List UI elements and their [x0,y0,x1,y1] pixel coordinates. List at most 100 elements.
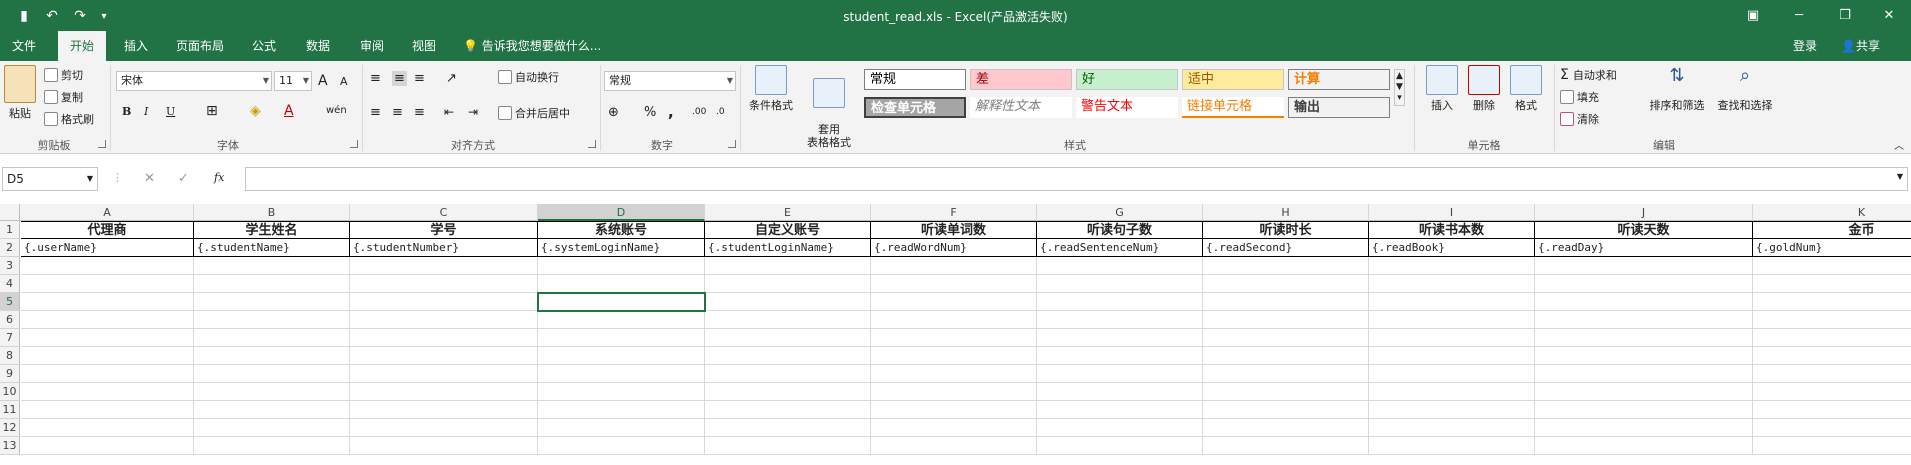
column-header-d[interactable]: D [538,204,705,221]
row-header-9[interactable]: 9 [0,365,20,383]
row-header-12[interactable]: 12 [0,419,20,437]
cell-k10[interactable] [1753,383,1911,401]
align-center-icon[interactable]: ≡ [392,105,403,120]
row-header-1[interactable]: 1 [0,221,20,239]
cell-k7[interactable] [1753,329,1911,347]
cell-k8[interactable] [1753,347,1911,365]
cell-c13[interactable] [350,437,538,455]
fill-color-button[interactable]: ◈ [250,103,261,119]
paste-button[interactable]: 粘贴 [4,65,36,121]
column-header-e[interactable]: E [705,204,871,221]
cell-b13[interactable] [194,437,350,455]
grow-font-button[interactable]: A [318,73,328,89]
align-right-icon[interactable]: ≡ [414,105,425,120]
cell-b8[interactable] [194,347,350,365]
cell-a8[interactable] [21,347,194,365]
cell-a1[interactable]: 代理商 [21,221,194,239]
percent-button[interactable]: % [644,105,656,120]
merge-center-button[interactable]: 合并后居中 [498,105,570,121]
conditional-format-button[interactable]: 条件格式 [744,65,798,113]
cell-g7[interactable] [1037,329,1203,347]
active-cell-cursor[interactable] [537,292,706,312]
alignment-launcher-icon[interactable] [588,140,596,148]
cell-e9[interactable] [705,365,871,383]
tab-review[interactable]: 审阅 [348,31,396,61]
row-header-3[interactable]: 3 [0,257,20,275]
cell-c2[interactable]: {.studentNumber} [350,239,538,257]
cell-j12[interactable] [1535,419,1753,437]
sort-filter-button[interactable]: ⇅ 排序和筛选 [1644,65,1710,113]
cell-j5[interactable] [1535,293,1753,311]
cell-i1[interactable]: 听读书本数 [1369,221,1535,239]
font-launcher-icon[interactable] [350,140,358,148]
cell-j9[interactable] [1535,365,1753,383]
column-header-c[interactable]: C [350,204,538,221]
cell-i8[interactable] [1369,347,1535,365]
cell-h10[interactable] [1203,383,1369,401]
cell-k11[interactable] [1753,401,1911,419]
cell-i12[interactable] [1369,419,1535,437]
cell-g11[interactable] [1037,401,1203,419]
cell-f11[interactable] [871,401,1037,419]
cell-h5[interactable] [1203,293,1369,311]
cell-h7[interactable] [1203,329,1369,347]
formula-input[interactable]: ▼ [245,167,1908,191]
minimize-icon[interactable]: ─ [1776,0,1822,31]
increase-indent-icon[interactable]: ⇥ [468,105,478,119]
row-header-8[interactable]: 8 [0,347,20,365]
align-middle-icon[interactable]: ≡ [392,71,407,86]
cell-j1[interactable]: 听读天数 [1535,221,1753,239]
wrap-text-button[interactable]: 自动换行 [498,69,559,85]
cell-a2[interactable]: {.userName} [21,239,194,257]
cancel-icon[interactable]: ✕ [144,171,155,186]
cell-a11[interactable] [21,401,194,419]
cell-b9[interactable] [194,365,350,383]
cell-style-0[interactable]: 常规 [864,69,966,90]
cell-j6[interactable] [1535,311,1753,329]
number-format-select[interactable]: 常规 ▼ [604,71,736,91]
cell-d13[interactable] [538,437,705,455]
cell-g10[interactable] [1037,383,1203,401]
cell-e12[interactable] [705,419,871,437]
cell-f5[interactable] [871,293,1037,311]
phonetic-button[interactable]: wén [326,105,347,116]
cell-c3[interactable] [350,257,538,275]
increase-decimal-button[interactable]: .00 [692,107,706,117]
cell-g3[interactable] [1037,257,1203,275]
row-header-7[interactable]: 7 [0,329,20,347]
cell-e13[interactable] [705,437,871,455]
cell-a9[interactable] [21,365,194,383]
sign-in-link[interactable]: 登录 [1793,31,1817,61]
cell-k6[interactable] [1753,311,1911,329]
cell-d6[interactable] [538,311,705,329]
row-header-4[interactable]: 4 [0,275,20,293]
cell-h8[interactable] [1203,347,1369,365]
cell-j2[interactable]: {.readDay} [1535,239,1753,257]
bold-button[interactable]: B [122,105,131,118]
currency-button[interactable]: ⊕ [608,105,619,120]
cell-e10[interactable] [705,383,871,401]
cell-i11[interactable] [1369,401,1535,419]
column-header-k[interactable]: K [1753,204,1911,221]
cell-b1[interactable]: 学生姓名 [194,221,350,239]
cell-d4[interactable] [538,275,705,293]
cell-style-7[interactable]: 警告文本 [1076,97,1178,118]
cell-e4[interactable] [705,275,871,293]
cell-e2[interactable]: {.studentLoginName} [705,239,871,257]
cell-c4[interactable] [350,275,538,293]
cell-i5[interactable] [1369,293,1535,311]
format-painter-button[interactable]: 格式刷 [44,111,94,127]
name-box[interactable]: D5 ▼ [2,167,98,191]
borders-button[interactable]: ⊞ [206,103,218,119]
gallery-scroll[interactable]: ▲ ▼ ▾ [1394,69,1405,106]
cell-a4[interactable] [21,275,194,293]
cell-f3[interactable] [871,257,1037,275]
cell-g9[interactable] [1037,365,1203,383]
column-header-a[interactable]: A [21,204,194,221]
worksheet-grid[interactable]: ABCDEFGHIJK 1 代理商 学生姓名 学号 系统账号 自定义账号 听读单词数 听读句子… [0,204,1911,465]
cell-j10[interactable] [1535,383,1753,401]
fill-button[interactable]: 填充 [1560,89,1599,105]
italic-button[interactable]: I [144,105,148,118]
cell-f13[interactable] [871,437,1037,455]
cell-c12[interactable] [350,419,538,437]
